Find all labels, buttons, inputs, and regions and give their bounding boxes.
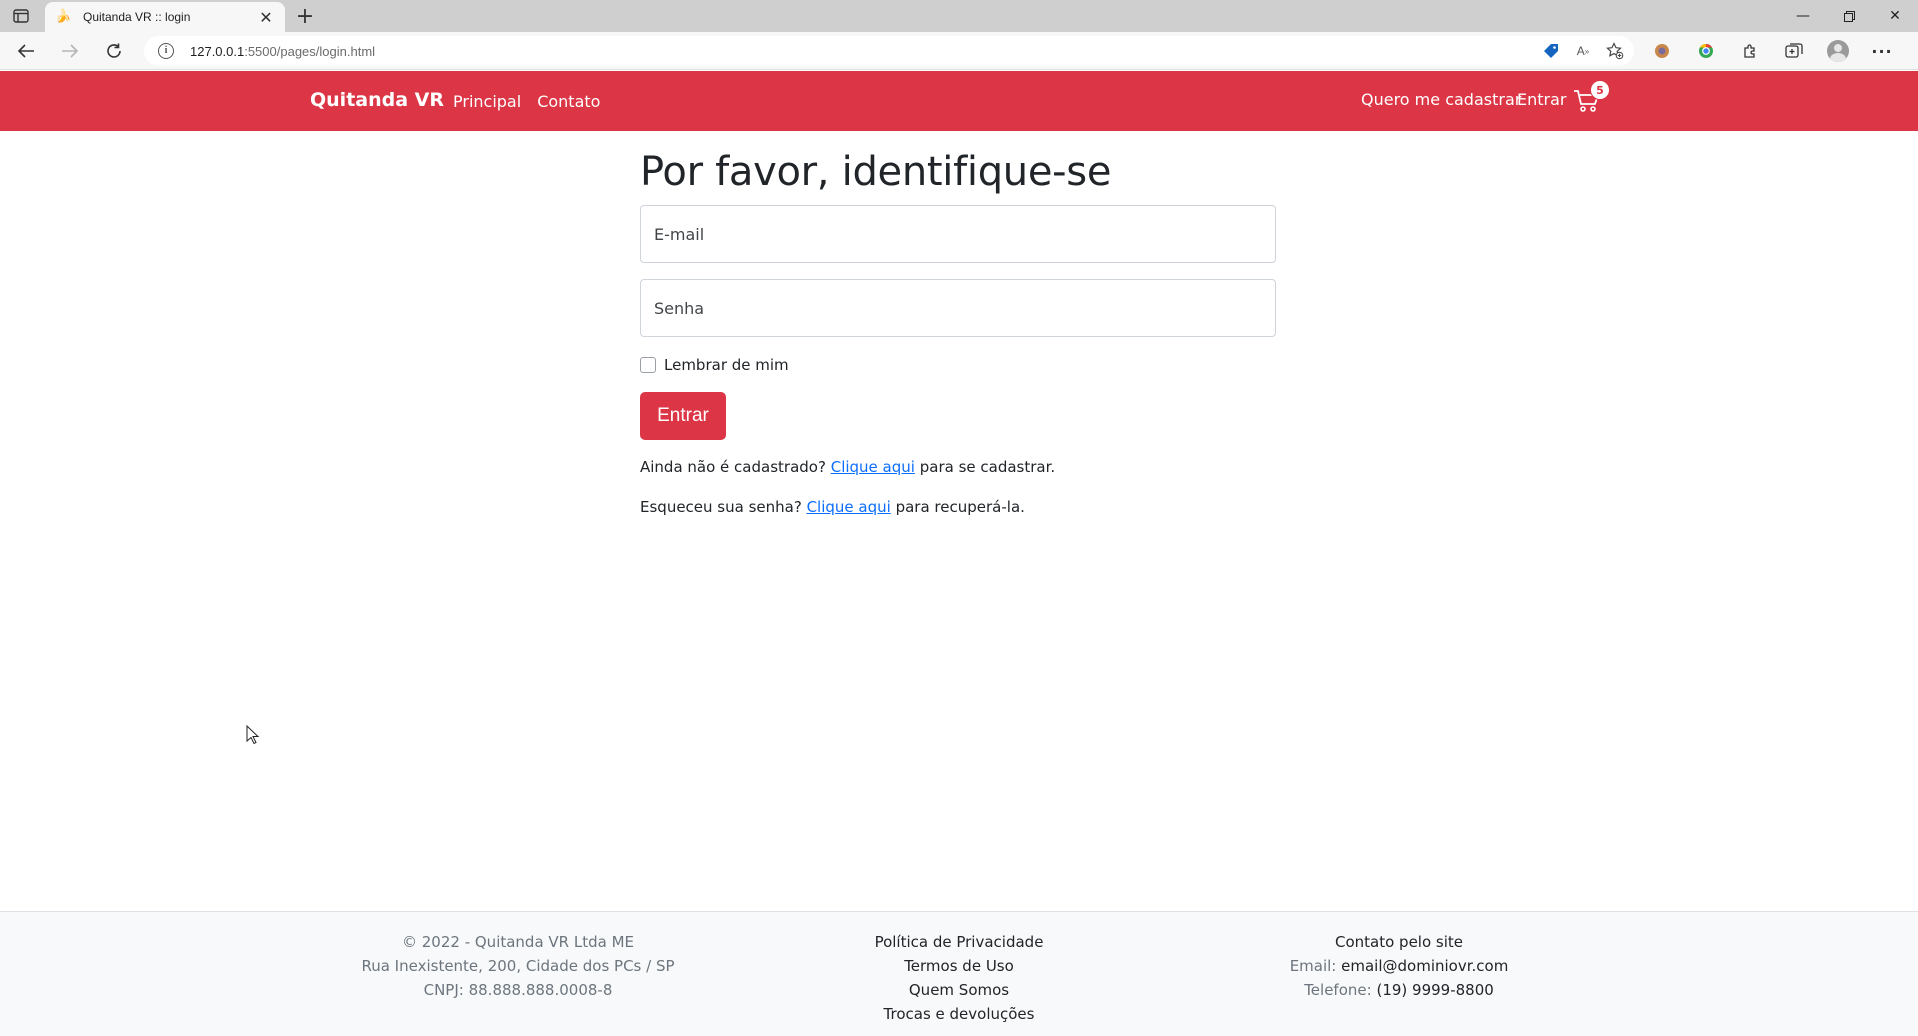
recover-here-link[interactable]: Clique aqui (807, 498, 891, 516)
url-path: :5500/pages/login.html (244, 43, 376, 59)
footer-link-terms[interactable]: Termos de Uso (749, 954, 1169, 978)
footer-contact: Contato pelo site Email: email@dominiovr… (1189, 930, 1609, 1002)
register-hint: Ainda não é cadastrado? Clique aqui para… (640, 458, 1055, 476)
password-field[interactable] (640, 279, 1276, 337)
register-hint-suffix: para se cadastrar. (919, 458, 1056, 476)
tab-title: Quitanda VR :: login (83, 10, 191, 24)
brand-logo[interactable]: Quitanda VR (310, 89, 444, 111)
recover-hint-prefix: Esqueceu sua senha? (640, 498, 802, 516)
minimize-button[interactable]: — (1780, 0, 1826, 32)
site-footer: © 2022 - Quitanda VR Ltda ME Rua Inexist… (0, 911, 1918, 1036)
recover-hint-suffix: para recuperá-la. (895, 498, 1025, 516)
footer-company-info: © 2022 - Quitanda VR Ltda ME Rua Inexist… (308, 930, 728, 1002)
extension-icons: ··· (1648, 37, 1896, 65)
browser-tabstrip: 🍌 Quitanda VR :: login ✕ + — ✕ (0, 0, 1918, 32)
register-link[interactable]: Quero me cadastrar (1361, 90, 1521, 109)
password-input[interactable] (654, 280, 1275, 336)
close-window-button[interactable]: ✕ (1872, 0, 1918, 32)
cart-count-badge: 5 (1590, 80, 1610, 100)
site-navbar: Quitanda VR Principal Contato Quero me c… (0, 71, 1918, 131)
address-bar[interactable]: i 127.0.0.1:5500/pages/login.html A» (144, 36, 1634, 66)
reload-icon[interactable] (100, 37, 128, 65)
back-arrow-icon[interactable] (12, 37, 40, 65)
email-field[interactable] (640, 205, 1276, 263)
tab-close-icon[interactable]: ✕ (257, 8, 275, 27)
remember-me: Lembrar de mim (640, 356, 789, 374)
shopping-tag-icon[interactable] (1542, 42, 1560, 60)
more-options-icon[interactable]: ··· (1868, 37, 1896, 65)
remember-me-checkbox[interactable] (640, 357, 656, 373)
collections-icon[interactable] (1780, 37, 1808, 65)
browser-tab-active[interactable]: 🍌 Quitanda VR :: login ✕ (45, 2, 285, 32)
recover-hint: Esqueceu sua senha? Clique aqui para rec… (640, 498, 1025, 516)
footer-link-returns[interactable]: Trocas e devoluções (749, 1002, 1169, 1026)
register-here-link[interactable]: Clique aqui (831, 458, 915, 476)
add-favorite-icon[interactable] (1606, 42, 1624, 60)
window-controls: — ✕ (1780, 0, 1918, 32)
address-bar-icons: A» (1542, 42, 1624, 60)
remember-me-label[interactable]: Lembrar de mim (664, 356, 789, 374)
tab-actions-icon[interactable] (10, 7, 32, 25)
footer-address: Rua Inexistente, 200, Cidade dos PCs / S… (361, 957, 675, 975)
footer-link-about[interactable]: Quem Somos (749, 978, 1169, 1002)
banana-favicon-icon: 🍌 (55, 9, 72, 24)
register-hint-prefix: Ainda não é cadastrado? (640, 458, 826, 476)
site-info-icon[interactable]: i (158, 43, 174, 59)
footer-contact-title[interactable]: Contato pelo site (1189, 930, 1609, 954)
footer-phone: Telefone: (19) 9999-8800 (1189, 978, 1609, 1002)
extensions-puzzle-icon[interactable] (1736, 37, 1764, 65)
footer-link-privacy[interactable]: Política de Privacidade (749, 930, 1169, 954)
new-tab-button[interactable]: + (291, 2, 319, 30)
footer-links: Política de Privacidade Termos de Uso Qu… (749, 930, 1169, 1026)
forward-arrow-icon[interactable] (56, 37, 84, 65)
nav-link-principal[interactable]: Principal (453, 92, 521, 111)
browser-toolbar: i 127.0.0.1:5500/pages/login.html A» ··· (0, 32, 1918, 70)
login-submit-button[interactable]: Entrar (640, 392, 726, 440)
nav-link-contato[interactable]: Contato (537, 92, 600, 111)
mouse-cursor-icon (246, 724, 260, 745)
extension-colorful-icon[interactable] (1648, 37, 1676, 65)
restore-button[interactable] (1826, 0, 1872, 32)
footer-phone-value[interactable]: (19) 9999-8800 (1376, 981, 1493, 999)
extension-google-icon[interactable] (1692, 37, 1720, 65)
read-aloud-icon[interactable]: A» (1574, 42, 1592, 60)
email-input[interactable] (654, 206, 1275, 262)
profile-avatar-icon[interactable] (1824, 37, 1852, 65)
footer-phone-label: Telefone: (1304, 981, 1372, 999)
main-nav: Principal Contato (453, 92, 600, 111)
url-host: 127.0.0.1 (190, 43, 245, 59)
footer-copyright: © 2022 - Quitanda VR Ltda ME (401, 933, 635, 951)
footer-email-value[interactable]: email@dominiovr.com (1341, 957, 1508, 975)
page-title: Por favor, identifique-se (640, 149, 1112, 195)
footer-cnpj: CNPJ: 88.888.888.0008-8 (423, 981, 613, 999)
url-text: 127.0.0.1:5500/pages/login.html (190, 44, 375, 59)
footer-email: Email: email@dominiovr.com (1189, 954, 1609, 978)
footer-email-label: Email: (1289, 957, 1337, 975)
login-link[interactable]: Entrar (1517, 90, 1566, 109)
